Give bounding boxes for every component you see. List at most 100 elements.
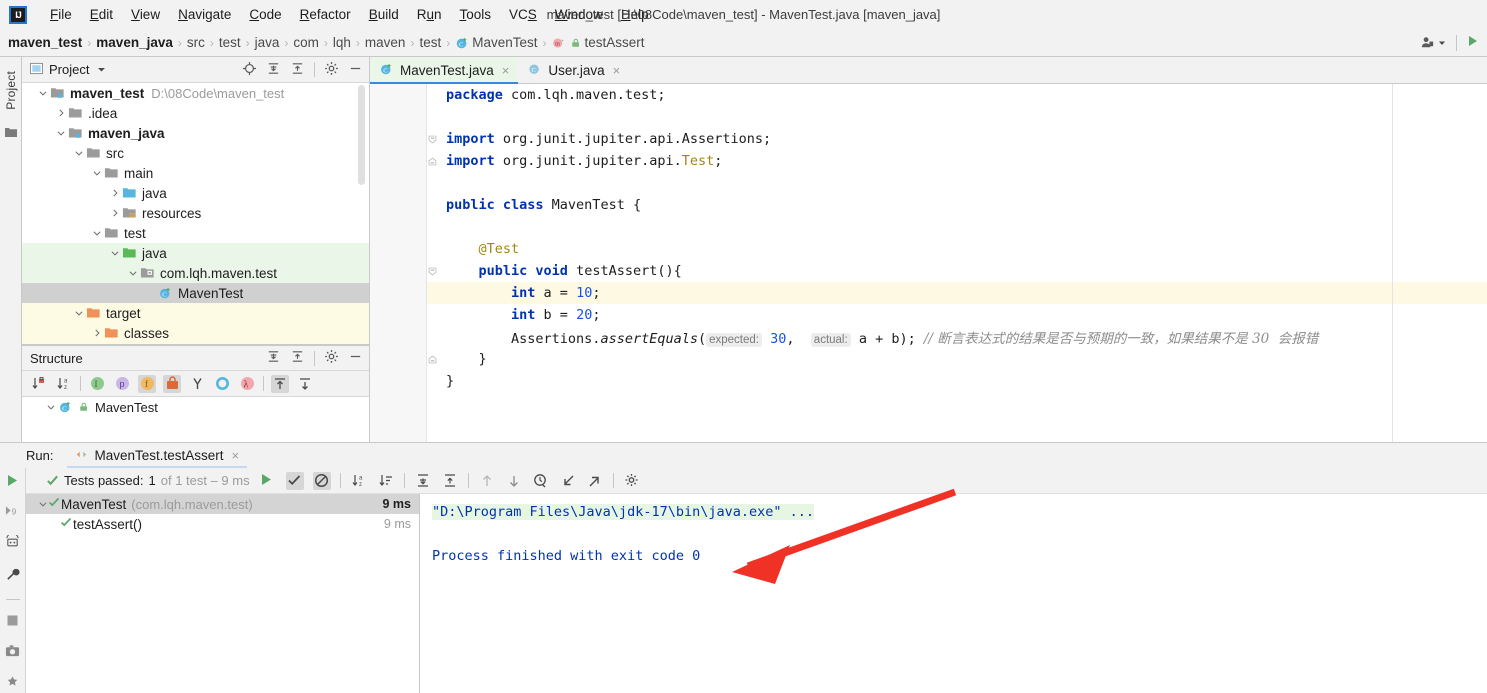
code-fold-icon[interactable] — [426, 266, 438, 277]
run-button-icon[interactable] — [1467, 35, 1479, 50]
test-row-maventest[interactable]: MavenTest (com.lqh.maven.test) 9 ms — [26, 494, 419, 514]
expand-all-icon[interactable] — [266, 349, 281, 367]
tree-item-java[interactable]: java — [22, 243, 369, 263]
test-results-tree[interactable]: MavenTest (com.lqh.maven.test) 9 ms testAss… — [26, 494, 420, 693]
breadcrumb-item-test[interactable]: test — [419, 35, 441, 50]
collapse-all-icon[interactable] — [296, 375, 314, 393]
gear-icon[interactable] — [623, 472, 641, 490]
chevron-right-icon[interactable] — [54, 108, 68, 118]
tree-item-com-lqh-maven-test[interactable]: com.lqh.maven.test — [22, 263, 369, 283]
screenshot-icon[interactable] — [5, 644, 20, 661]
menu-item-build[interactable]: Build — [360, 5, 408, 24]
chevron-down-icon[interactable] — [90, 228, 104, 238]
code-line[interactable]: 1package com.lqh.maven.test; — [370, 84, 1487, 106]
chevron-down-icon[interactable] — [36, 88, 50, 98]
code-line[interactable]: 11 int b = 20; — [370, 304, 1487, 326]
export-tests-icon[interactable] — [586, 472, 604, 490]
collapse-all-icon[interactable] — [290, 349, 305, 367]
breadcrumb-item-com[interactable]: com — [293, 35, 319, 50]
editor-tab-user-java[interactable]: C User.java × — [518, 57, 629, 83]
menu-item-vcs[interactable]: VCS — [500, 5, 546, 24]
breadcrumb-item-java[interactable]: java — [255, 35, 280, 50]
expand-all-icon[interactable] — [266, 61, 281, 79]
minimize-icon[interactable] — [348, 349, 363, 367]
code-fold-icon[interactable] — [426, 134, 438, 145]
code-line[interactable]: 15 — [370, 392, 1487, 414]
sidebar-item-project[interactable]: Project — [2, 65, 20, 116]
breadcrumb-item-maven[interactable]: maven — [365, 35, 406, 50]
code-line[interactable]: 9 public void testAssert(){ — [370, 260, 1487, 282]
code-line[interactable]: 12 Assertions.assertEquals(expected: 30,… — [370, 326, 1487, 348]
menu-item-navigate[interactable]: Navigate — [169, 5, 240, 24]
show-fields-icon[interactable]: f — [138, 374, 156, 393]
code-line[interactable]: 3import org.junit.jupiter.api.Assertions… — [370, 128, 1487, 150]
project-tree[interactable]: maven_test D:\08Code\maven_test .idea maven… — [22, 83, 369, 344]
code-line[interactable]: 13 } — [370, 348, 1487, 370]
breadcrumb-item-maven-java[interactable]: maven_java — [96, 35, 173, 50]
project-tree-scrollbar[interactable] — [358, 85, 365, 185]
tree-item-maven-java[interactable]: maven_java — [22, 123, 369, 143]
next-failed-test-icon[interactable] — [505, 472, 523, 490]
breadcrumb-item-maven-test[interactable]: maven_test — [8, 35, 82, 50]
chevron-right-icon[interactable] — [90, 328, 104, 338]
show-passed-toggle[interactable] — [285, 471, 304, 490]
menu-item-window[interactable]: Window — [546, 5, 612, 24]
tree-item-maven-test[interactable]: maven_test D:\08Code\maven_test — [22, 83, 369, 103]
test-row-testassert--[interactable]: testAssert() 9 ms — [26, 514, 419, 534]
run-tab-maventest[interactable]: MavenTest.testAssert × — [67, 443, 247, 468]
run-icon[interactable] — [6, 474, 19, 490]
breadcrumb-item-testassert[interactable]: m testAssert — [552, 35, 645, 50]
sort-alphabetically-icon[interactable]: az — [350, 472, 368, 490]
code-fold-icon[interactable] — [426, 156, 438, 167]
show-ignored-toggle[interactable] — [312, 471, 331, 490]
breadcrumb-item-test[interactable]: test — [219, 35, 241, 50]
tree-item-src[interactable]: src — [22, 143, 369, 163]
close-icon[interactable]: × — [502, 63, 510, 78]
code-line[interactable]: 8 @Test — [370, 238, 1487, 260]
stop-icon[interactable] — [6, 614, 19, 630]
tree-item-classes[interactable]: classes — [22, 323, 369, 343]
tree-item-test[interactable]: test — [22, 223, 369, 243]
tree-item-maventest[interactable]: C MavenTest — [22, 283, 369, 303]
code-editor[interactable]: 1package com.lqh.maven.test;23import org… — [370, 84, 1487, 442]
show-interfaces-icon[interactable] — [213, 375, 231, 393]
tree-item-main[interactable]: main — [22, 163, 369, 183]
code-line[interactable]: 7 — [370, 216, 1487, 238]
code-line[interactable]: 2 — [370, 106, 1487, 128]
menu-item-code[interactable]: Code — [240, 5, 290, 24]
tree-item-generated-sources[interactable]: generated-sources — [22, 343, 369, 344]
chevron-down-icon[interactable] — [90, 168, 104, 178]
editor-tab-maventest-java[interactable]: C MavenTest.java × — [370, 57, 519, 84]
structure-item-maventest[interactable]: C MavenTest — [22, 397, 369, 417]
breadcrumb-item-src[interactable]: src — [187, 35, 205, 50]
chevron-down-icon[interactable] — [108, 248, 122, 258]
chevron-down-icon[interactable] — [72, 148, 86, 158]
folder-icon[interactable] — [4, 126, 17, 141]
chevron-down-icon[interactable] — [54, 128, 68, 138]
code-line[interactable]: 10 int a = 10; — [370, 282, 1487, 304]
code-fold-icon[interactable] — [426, 354, 438, 365]
rerun-tests-icon[interactable] — [5, 533, 20, 553]
chevron-down-icon[interactable] — [38, 497, 48, 512]
collapse-all-icon[interactable] — [441, 472, 459, 490]
menu-item-refactor[interactable]: Refactor — [291, 5, 360, 24]
chevron-down-icon[interactable] — [126, 268, 140, 278]
test-history-icon[interactable] — [532, 472, 550, 490]
chevron-right-icon[interactable] — [108, 188, 122, 198]
close-icon[interactable]: × — [613, 63, 621, 78]
structure-tree[interactable]: C MavenTest — [22, 397, 369, 442]
debug-icon[interactable]: 9 — [5, 504, 20, 521]
gear-icon[interactable] — [324, 349, 339, 367]
wrench-icon[interactable] — [5, 567, 20, 585]
code-line[interactable]: 6public class MavenTest { — [370, 194, 1487, 216]
prev-failed-test-icon[interactable] — [478, 472, 496, 490]
breadcrumb-item-maventest[interactable]: C MavenTest — [455, 35, 538, 50]
console-output[interactable]: "D:\Program Files\Java\jdk-17\bin\java.e… — [420, 494, 1487, 693]
tree-item-target[interactable]: target — [22, 303, 369, 323]
menu-item-run[interactable]: Run — [408, 5, 451, 24]
show-properties-icon[interactable]: p — [113, 375, 131, 393]
breadcrumb-item-lqh[interactable]: lqh — [333, 35, 351, 50]
sort-by-duration-icon[interactable] — [377, 472, 395, 490]
sort-by-visibility-icon[interactable] — [30, 375, 48, 393]
expand-all-icon[interactable] — [414, 472, 432, 490]
